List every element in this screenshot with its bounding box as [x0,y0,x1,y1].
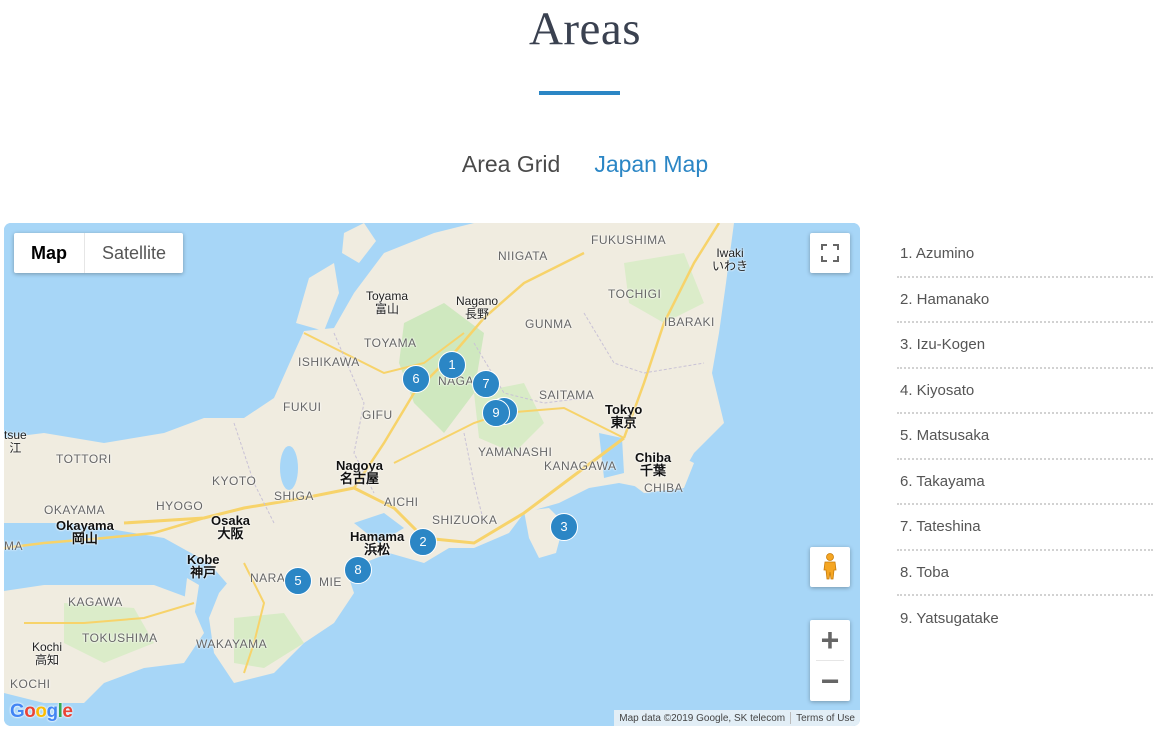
area-list-item[interactable]: 3. Izu-Kogen [897,323,1153,369]
map-marker-8[interactable]: 8 [344,556,372,584]
title-underline [539,91,620,95]
zoom-out-button[interactable]: − [810,661,850,701]
label-hyogo: HYOGO [156,499,204,513]
map-data-attribution: Map data ©2019 Google, SK telecom [619,712,786,724]
area-list-item[interactable]: 8. Toba [897,551,1153,596]
label-okayama-pref: OKAYAMA [44,503,106,517]
area-list-item[interactable]: 6. Takayama [897,460,1153,505]
label-kobe: Kobe 神戸 [187,552,220,580]
lake-biwa [280,446,298,490]
zoom-in-icon: + [820,621,840,658]
zoom-in-button[interactable]: + [810,620,850,660]
map-marker-7[interactable]: 7 [472,370,500,398]
label-kochi: Kochi 高知 [32,640,63,667]
label-iwaki: Iwaki いわき [712,246,749,273]
area-list-item[interactable]: 7. Tateshina [897,505,1153,551]
label-ishikawa: ISHIKAWA [298,355,360,369]
label-toyama-city: Toyama 富山 [366,289,409,316]
map-type-map-button[interactable]: Map [14,233,85,273]
label-chiba: CHIBA [644,481,684,495]
map-marker-6[interactable]: 6 [402,365,430,393]
zoom-out-icon: − [820,662,840,699]
terms-of-use-link[interactable]: Terms of Use [791,713,860,724]
label-kochi-pref: KOCHI [10,677,51,691]
view-tabs: Area Grid Japan Map [0,151,1170,178]
area-list-item[interactable]: 5. Matsusaka [897,414,1153,460]
area-list-item[interactable]: 9. Yatsugatake [897,596,1153,642]
label-ibaraki: IBARAKI [664,315,715,329]
label-nagano: Nagano 長野 [456,294,499,321]
label-wakayama: WAKAYAMA [196,637,268,651]
label-yamanashi: YAMANASHI [478,445,553,459]
map-marker-5[interactable]: 5 [284,567,312,595]
page-title: Areas [528,3,642,55]
label-shiga: SHIGA [274,489,314,503]
area-list-item[interactable]: 2. Hamanako [897,278,1153,323]
label-matsue: tsue 江 [4,428,27,455]
area-list-item[interactable]: 1. Azumino [897,232,1153,278]
label-tochigi: TOCHIGI [608,287,662,301]
label-tokyo: Tokyo 東京 [605,402,643,430]
google-logo: Google [10,701,73,722]
label-saitama: SAITAMA [539,388,595,402]
label-chiba-city: Chiba 千葉 [635,450,672,478]
zoom-control: + − [810,620,850,701]
area-list-item[interactable]: 4. Kiyosato [897,369,1153,414]
area-list: 1. Azumino 2. Hamanako 3. Izu-Kogen 4. K… [897,232,1153,642]
map-base-layer [4,223,860,726]
label-shizuoka: SHIZUOKA [432,513,498,527]
label-tokushima: TOKUSHIMA [82,631,158,645]
pegman-icon [823,553,837,580]
fullscreen-button[interactable] [810,233,850,273]
label-tottori: TOTTORI [56,452,112,466]
map-type-satellite-button[interactable]: Satellite [85,233,183,273]
map-marker-9[interactable]: 9 [482,399,510,427]
map-type-control: Map Satellite [14,233,184,273]
label-niigata: NIIGATA [498,249,548,263]
tab-japan-map[interactable]: Japan Map [594,151,708,178]
label-nara: NARA [250,571,286,585]
label-osaka: Osaka 大阪 [211,513,251,541]
tab-area-grid[interactable]: Area Grid [462,151,560,178]
label-fukui: FUKUI [283,400,322,414]
japan-map[interactable]: FUKUSHIMA NIIGATA Iwaki いわき TOCHIGI IBARA… [4,223,860,726]
map-attribution: Map data ©2019 Google, SK telecom Terms … [614,710,860,726]
map-marker-2[interactable]: 2 [409,528,437,556]
map-marker-3[interactable]: 3 [550,513,578,541]
street-view-button[interactable] [810,547,850,587]
label-ma: MA [4,539,23,553]
label-hamamatsu: Hamama 浜松 [350,529,405,557]
label-gifu: GIFU [362,408,393,422]
label-kyoto: KYOTO [212,474,257,488]
label-toyama: TOYAMA [364,336,417,350]
label-okayama: Okayama 岡山 [56,518,114,546]
label-kanagawa: KANAGAWA [544,459,617,473]
label-gunma: GUNMA [525,317,573,331]
label-aichi: AICHI [384,495,419,509]
label-nagoya: Nagoya 名古屋 [336,458,383,486]
label-kagawa: KAGAWA [68,595,123,609]
label-fukushima: FUKUSHIMA [591,233,667,247]
map-marker-1[interactable]: 1 [438,351,466,379]
label-mie: MIE [319,575,342,589]
fullscreen-icon [821,244,839,262]
